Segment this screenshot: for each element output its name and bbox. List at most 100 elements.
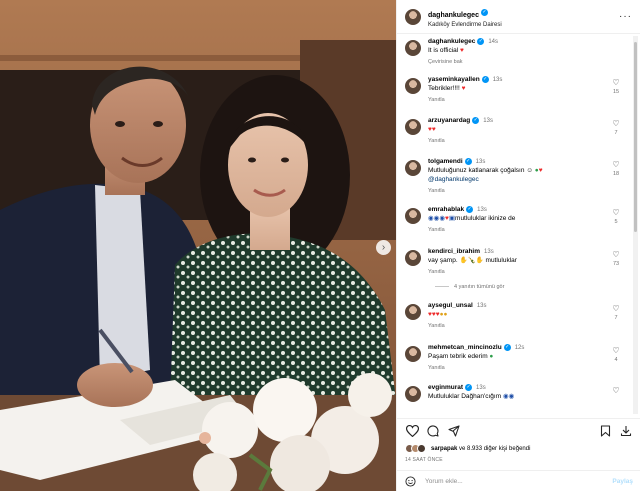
heart-icon[interactable]: ♡ — [612, 304, 619, 313]
emoji-group: ● — [489, 352, 494, 360]
heart-icon[interactable]: ♡ — [612, 119, 619, 128]
commenter-avatar[interactable] — [405, 208, 421, 224]
emoji-group: ◉◉◉♥▣ — [428, 214, 456, 222]
comment-username[interactable]: daghankulegec — [428, 38, 475, 45]
verified-badge-icon: ✓ — [472, 117, 480, 124]
comment-like[interactable]: ♡ — [611, 387, 621, 395]
commenter-avatar[interactable] — [405, 346, 421, 362]
add-comment-bar: Paylaş — [397, 470, 640, 491]
comment-like-count: 5 — [614, 219, 618, 225]
commenter-avatar[interactable] — [405, 386, 421, 402]
comment-icon[interactable] — [426, 424, 440, 438]
reply-button[interactable]: Yanıtla — [428, 188, 543, 195]
comment-username[interactable]: tolgamendi — [428, 158, 463, 165]
heart-icon[interactable]: ♡ — [612, 78, 619, 87]
comment-input[interactable] — [425, 477, 585, 485]
verified-badge-icon: ✓ — [465, 384, 473, 391]
emoji-group: ♥♥♥●● — [428, 310, 448, 318]
comments-scrollbar[interactable] — [633, 36, 638, 414]
verified-badge-icon: ✓ — [481, 76, 489, 83]
likes-summary[interactable]: sarpapak ve 8.933 diğer kişi beğendi — [405, 444, 530, 453]
reply-button[interactable]: Yanıtla — [428, 365, 524, 372]
comment-text: mutluluklar ikinize de — [455, 214, 516, 222]
verified-badge-icon: ✓ — [480, 9, 488, 17]
comment-text: vay şamp. — [428, 256, 458, 264]
next-photo-button[interactable]: › — [376, 240, 391, 255]
list-item: yaseminkayallen ✓ 13s Tebrikler!!!! ♥ Yanı… — [405, 76, 625, 117]
commenter-avatar[interactable] — [405, 304, 421, 320]
comment-username[interactable]: yaseminkayallen — [428, 76, 480, 83]
list-item: tolgamendi ✓ 13s Mutluluğunuz katlanarak ç… — [405, 158, 625, 206]
comment-like-count: 7 — [614, 315, 618, 321]
caption-text: It is official — [428, 46, 459, 54]
verified-badge-icon: ✓ — [503, 344, 511, 351]
post-photo[interactable]: › — [0, 0, 396, 491]
list-item: evginmurat ✓ 13s Mutluluklar Dağhan'cığım … — [405, 384, 625, 414]
comment-time: 13s — [492, 77, 503, 84]
comment-time: 13s — [476, 385, 486, 392]
heart-icon[interactable]: ♡ — [612, 160, 619, 169]
heart-icon[interactable]: ♡ — [612, 346, 619, 355]
smile-icon[interactable] — [405, 475, 416, 487]
caption-comment: daghankulegec ✓ 14s It is official ♥ Çevir… — [405, 38, 625, 76]
scrollbar-thumb[interactable] — [634, 42, 637, 232]
comment-like[interactable]: ♡ 5 — [611, 209, 621, 226]
comment-text: Paşam tebrik ederim — [428, 352, 488, 360]
post-timestamp: 14 SAAT ÖNCE — [405, 457, 443, 463]
comment-username[interactable]: evginmurat — [428, 384, 463, 391]
comment-time: 13s — [475, 159, 486, 166]
post-header: daghankulegec ✓ Kadıköy Evlendirme Daires… — [397, 0, 640, 34]
verified-badge-icon: ✓ — [464, 158, 472, 165]
comment-username[interactable]: emrahablak — [428, 206, 464, 213]
red-heart-emoji: ♥ — [460, 46, 464, 54]
instagram-post-view: › daghankulegec ✓ Kadıköy Evlendirme Dair… — [0, 0, 640, 491]
more-dots-icon[interactable]: ··· — [619, 11, 632, 22]
heart-icon[interactable]: ♡ — [612, 386, 619, 395]
liker-username[interactable]: sarpapak — [431, 446, 457, 452]
comment-like[interactable]: ♡ 7 — [611, 120, 621, 137]
heart-icon[interactable]: ♡ — [612, 250, 619, 259]
author-avatar[interactable] — [405, 8, 421, 25]
comment-time: 13s — [476, 303, 487, 309]
heart-icon[interactable] — [405, 424, 419, 438]
bookmark-icon[interactable] — [598, 424, 612, 438]
reply-button[interactable]: Yanıtla — [428, 138, 493, 145]
comment-like[interactable]: ♡ 18 — [611, 161, 621, 178]
author-avatar[interactable] — [405, 40, 421, 56]
couple-photo-illustration — [0, 0, 396, 491]
red-heart-emoji: ♥ — [461, 84, 466, 92]
comment-username[interactable]: aysegul_unsal — [428, 302, 473, 309]
comment-text: Mutluluklar Dağhan'cığım — [428, 392, 502, 400]
comment-like-count: 7 — [614, 130, 618, 136]
likes-count-text[interactable]: ve 8.933 diğer kişi beğendi — [459, 446, 530, 452]
comment-text-2: mutluluklar — [485, 256, 517, 264]
comment-like[interactable]: ♡ 4 — [611, 347, 621, 364]
post-comment-button[interactable]: Paylaş — [612, 478, 633, 485]
author-username[interactable]: daghankulegec — [428, 12, 479, 19]
heart-icon[interactable]: ♡ — [612, 208, 619, 217]
comment-username[interactable]: mehmetcan_mincinozlu — [428, 344, 502, 351]
post-side-panel: daghankulegec ✓ Kadıköy Evlendirme Daires… — [396, 0, 640, 491]
verified-badge-icon: ✓ — [466, 206, 474, 213]
reply-button[interactable]: Yanıtla — [428, 227, 515, 234]
reply-button[interactable]: Yanıtla — [428, 323, 487, 330]
comment-time: 13s — [477, 207, 487, 214]
post-location[interactable]: Kadıköy Evlendirme Dairesi — [428, 22, 502, 29]
commenter-avatar[interactable] — [405, 160, 421, 176]
reply-button[interactable]: Yanıtla — [428, 97, 502, 104]
commenter-avatar[interactable] — [405, 78, 421, 94]
comment-like-count: 73 — [612, 261, 620, 267]
translate-link[interactable]: Çevirisine bak — [428, 59, 498, 66]
comment-mention[interactable]: @daghankulegec — [428, 176, 543, 185]
view-replies-link[interactable]: 4 yanıtın tümünü gör — [435, 284, 625, 302]
comment-like[interactable]: ♡ 73 — [611, 251, 621, 268]
download-icon[interactable] — [619, 424, 633, 438]
commenter-avatar[interactable] — [405, 250, 421, 266]
reply-button[interactable]: Yanıtla — [428, 269, 517, 276]
comment-username[interactable]: arzuyanardag — [428, 117, 470, 124]
comment-like[interactable]: ♡ 7 — [611, 305, 621, 322]
comment-username[interactable]: kendirci_ibrahim — [428, 248, 480, 255]
share-icon[interactable] — [447, 424, 461, 438]
comment-like[interactable]: ♡ 15 — [611, 79, 621, 96]
commenter-avatar[interactable] — [405, 119, 421, 135]
